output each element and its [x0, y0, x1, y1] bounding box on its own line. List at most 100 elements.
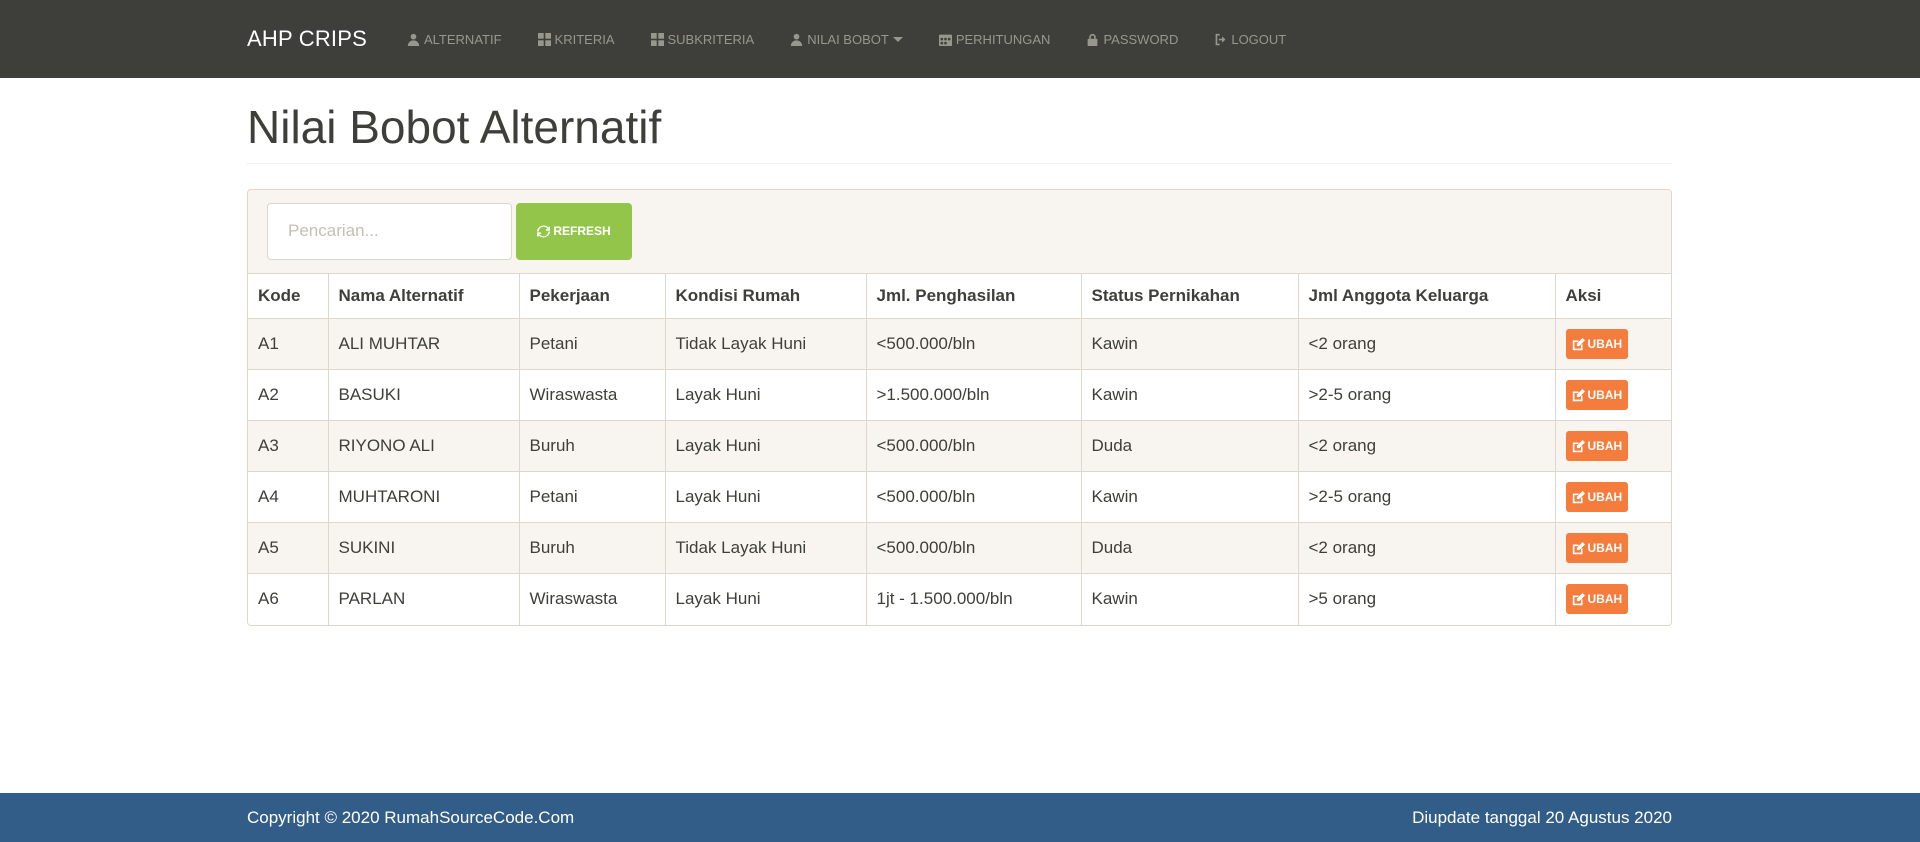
table-row: A5 SUKINI Buruh Tidak Layak Huni <500.000/bl… — [248, 522, 1671, 574]
cell-kondisi-rumah: Layak Huni — [665, 471, 867, 523]
search-input[interactable] — [267, 202, 512, 260]
table-row: A6 PARLAN Wiraswasta Layak Huni 1jt - 1.500.… — [248, 573, 1671, 625]
cell-kondisi-rumah: Layak Huni — [665, 369, 867, 421]
cell-nama-alternatif: MUHTARONI — [328, 471, 520, 523]
table-body: A1 ALI MUHTAR Petani Tidak Layak Huni <500.0… — [248, 318, 1671, 625]
nav-item-password[interactable]: PASSWORD — [1068, 0, 1196, 78]
footer-inner: Copyright © 2020 RumahSourceCode.Com Diu… — [247, 793, 1672, 842]
nav-item-label: PASSWORD — [1103, 31, 1179, 47]
page-header: Nilai Bobot Alternatif — [247, 102, 1672, 164]
cell-kode: A6 — [248, 573, 329, 625]
table-row: A3 RIYONO ALI Buruh Layak Huni <500.000/bln D… — [248, 420, 1671, 472]
refresh-button[interactable]: REFRESH — [516, 202, 632, 260]
col-kode: Kode — [248, 273, 329, 320]
user-icon — [790, 33, 803, 46]
edit-icon — [1572, 592, 1585, 606]
cell-aksi: UBAH — [1555, 420, 1671, 472]
cell-status-pernikahan: Duda — [1081, 420, 1299, 472]
grid-icon — [537, 32, 551, 46]
cell-status-pernikahan: Kawin — [1081, 369, 1299, 421]
cell-kode: A5 — [248, 522, 329, 574]
cell-nama-alternatif: PARLAN — [328, 573, 520, 625]
cell-pekerjaan: Buruh — [519, 522, 666, 574]
cell-aksi: UBAH — [1555, 471, 1671, 523]
cell-jml-penghasilan: >1.500.000/bln — [866, 369, 1082, 421]
cell-kondisi-rumah: Tidak Layak Huni — [665, 318, 867, 370]
ubah-button[interactable]: UBAH — [1565, 431, 1629, 462]
col-kondisi-rumah: Kondisi Rumah — [665, 273, 867, 320]
edit-icon — [1572, 439, 1585, 452]
refresh-icon — [537, 225, 551, 237]
nav-item-logout[interactable]: LOGOUT — [1196, 0, 1304, 78]
nav-item-label: PERHITUNGAN — [955, 31, 1051, 47]
cell-kode: A1 — [248, 318, 329, 370]
cell-kode: A3 — [248, 420, 329, 472]
cell-jml-anggota-keluarga: >5 orang — [1298, 573, 1556, 625]
nav-item-alternatif[interactable]: ALTERNATIF — [389, 0, 520, 78]
user-icon — [407, 33, 420, 46]
edit-icon — [1572, 541, 1585, 554]
edit-icon — [1572, 388, 1585, 401]
nav-item-label: NILAI BOBOT — [807, 31, 889, 47]
calendar-icon — [938, 33, 952, 46]
ubah-button[interactable]: UBAH — [1565, 329, 1629, 360]
ubah-button[interactable]: UBAH — [1565, 380, 1629, 411]
cell-kode: A2 — [248, 369, 329, 421]
caret-down-icon — [892, 36, 903, 42]
ubah-button[interactable]: UBAH — [1565, 533, 1629, 564]
brand-link[interactable]: AHP CRIPS — [247, 26, 367, 52]
cell-jml-penghasilan: <500.000/bln — [866, 522, 1082, 574]
ubah-label: UBAH — [1587, 490, 1623, 505]
nav-item-perhitungan[interactable]: PERHITUNGAN — [921, 0, 1069, 78]
footer: Copyright © 2020 RumahSourceCode.Com Diu… — [0, 793, 1920, 842]
cell-aksi: UBAH — [1555, 318, 1671, 370]
col-jml-anggota-keluarga: Jml Anggota Keluarga — [1298, 273, 1556, 320]
cell-jml-penghasilan: <500.000/bln — [866, 318, 1082, 370]
cell-kode: A4 — [248, 471, 329, 523]
cell-pekerjaan: Wiraswasta — [519, 369, 666, 421]
cell-jml-penghasilan: <500.000/bln — [866, 420, 1082, 472]
nav-inner: AHP CRIPS ALTERNATIF KRITERIA SUBKRITERI… — [247, 0, 1672, 78]
nav-item-kriteria[interactable]: KRITERIA — [520, 0, 633, 78]
edit-icon — [1572, 337, 1585, 350]
alternatif-table: Kode Nama Alternatif Pekerjaan Kondisi R… — [248, 273, 1671, 625]
cell-aksi: UBAH — [1555, 522, 1671, 574]
ubah-label: UBAH — [1587, 337, 1623, 352]
cell-nama-alternatif: RIYONO ALI — [328, 420, 520, 472]
ubah-button[interactable]: UBAH — [1565, 584, 1629, 615]
table-row: A1 ALI MUHTAR Petani Tidak Layak Huni <500.0… — [248, 318, 1671, 370]
refresh-label: REFRESH — [553, 224, 611, 239]
cell-kondisi-rumah: Layak Huni — [665, 420, 867, 472]
cell-jml-anggota-keluarga: <2 orang — [1298, 522, 1556, 574]
col-jml-penghasilan: Jml. Penghasilan — [866, 273, 1082, 320]
nav-item-subkriteria[interactable]: SUBKRITERIA — [633, 0, 773, 78]
cell-nama-alternatif: BASUKI — [328, 369, 520, 421]
cell-aksi: UBAH — [1555, 369, 1671, 421]
lock-icon — [1086, 33, 1099, 46]
footer-copyright: Copyright © 2020 RumahSourceCode.Com — [247, 807, 575, 827]
page-title: Nilai Bobot Alternatif — [247, 101, 662, 153]
edit-icon — [1572, 490, 1585, 503]
col-pekerjaan: Pekerjaan — [519, 273, 666, 320]
cell-jml-penghasilan: <500.000/bln — [866, 471, 1082, 523]
cell-jml-penghasilan: 1jt - 1.500.000/bln — [866, 573, 1082, 625]
ubah-button[interactable]: UBAH — [1565, 482, 1629, 513]
cell-status-pernikahan: Kawin — [1081, 318, 1299, 370]
ubah-label: UBAH — [1587, 439, 1623, 454]
table-row: A2 BASUKI Wiraswasta Layak Huni >1.500.000/b… — [248, 369, 1671, 421]
navbar: AHP CRIPS ALTERNATIF KRITERIA SUBKRITERI… — [0, 0, 1920, 78]
cell-pekerjaan: Petani — [519, 471, 666, 523]
ubah-label: UBAH — [1587, 388, 1623, 403]
cell-pekerjaan: Buruh — [519, 420, 666, 472]
nav-item-nilai-bobot[interactable]: NILAI BOBOT — [772, 0, 921, 78]
cell-status-pernikahan: Kawin — [1081, 471, 1299, 523]
ubah-label: UBAH — [1587, 541, 1623, 556]
nav-item-label: ALTERNATIF — [424, 31, 502, 47]
cell-status-pernikahan: Kawin — [1081, 573, 1299, 625]
cell-jml-anggota-keluarga: <2 orang — [1298, 420, 1556, 472]
col-status-pernikahan: Status Pernikahan — [1081, 273, 1299, 320]
col-aksi: Aksi — [1555, 273, 1671, 320]
panel-toolbar: REFRESH — [248, 189, 1671, 274]
cell-pekerjaan: Petani — [519, 318, 666, 370]
footer-updated: Diupdate tanggal 20 Agustus 2020 — [1412, 807, 1672, 827]
